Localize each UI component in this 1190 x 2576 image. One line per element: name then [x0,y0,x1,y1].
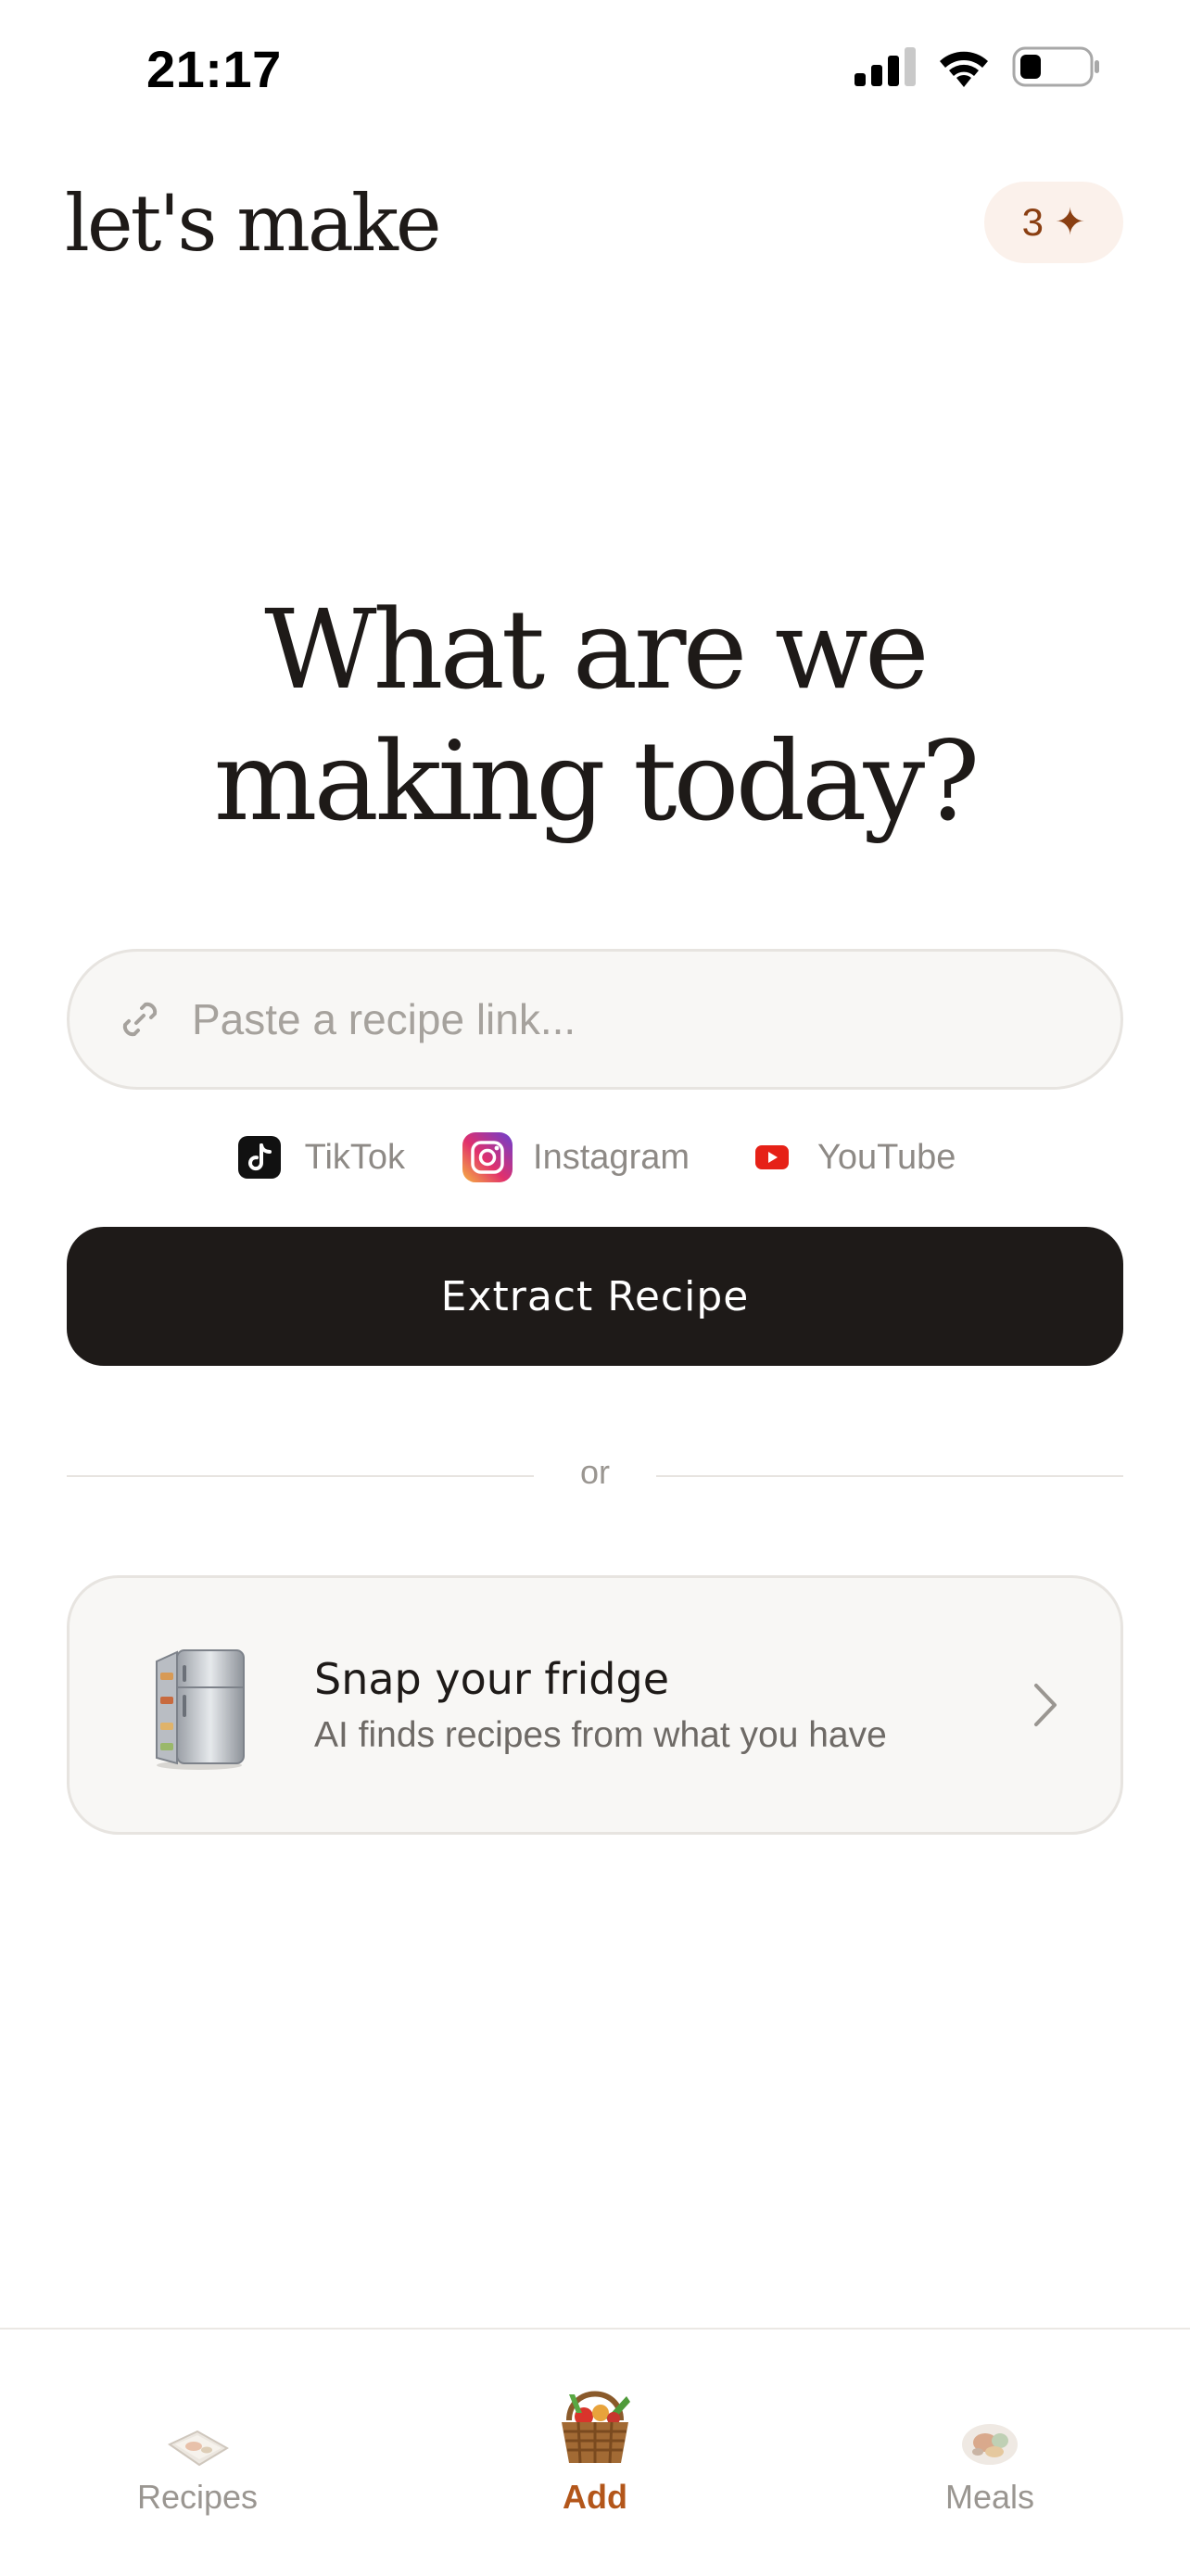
signal-icon [855,47,916,90]
source-label: TikTok [304,1137,406,1177]
tiktok-icon [234,1132,285,1182]
fridge-icon [156,1649,245,1770]
bottom-tab-bar: Recipes Add Meals [0,2328,1190,2576]
fridge-card-subtitle: AI finds recipes from what you have [314,1715,887,1755]
credits-badge[interactable]: 3 ✦ [984,182,1123,263]
tab-add[interactable]: Add [456,2357,734,2543]
tab-label: Add [563,2478,627,2516]
hero-heading: What are we making today? [0,584,1190,847]
source-instagram: Instagram [462,1132,690,1182]
status-icons [855,46,1101,91]
extract-recipe-button[interactable]: Extract Recipe [67,1227,1123,1366]
recipe-book-icon [151,2376,244,2469]
source-tiktok: TikTok [234,1132,405,1182]
youtube-icon [747,1132,797,1182]
fridge-card-title: Snap your fridge [314,1654,670,1704]
link-icon [122,1002,158,1037]
wifi-icon [936,46,992,91]
status-time: 21:17 [146,40,282,98]
snap-fridge-card[interactable]: Snap your fridge AI finds recipes from w… [67,1575,1123,1835]
divider-or-label: or [579,1453,610,1491]
battery-icon [1012,46,1101,91]
app-title: let's make [65,178,442,269]
recipe-link-input[interactable] [190,993,1120,1045]
instagram-icon [462,1132,513,1182]
credits-count: 3 [1021,200,1044,244]
recipe-link-field[interactable] [67,949,1123,1090]
tab-label: Recipes [136,2478,259,2516]
tab-recipes[interactable]: Recipes [58,2357,336,2543]
tab-meals[interactable]: Meals [851,2357,1129,2543]
supported-sources: TikTok Instagram YouTube [0,1130,1190,1184]
hero-line-2: making today? [213,717,981,845]
source-label: YouTube [817,1137,956,1177]
sparkle-icon: ✦ [1054,202,1086,243]
basket-icon [549,2376,641,2469]
meal-icon [943,2376,1036,2469]
tab-label: Meals [944,2478,1035,2516]
chevron-right-icon [1034,1684,1057,1726]
source-label: Instagram [533,1137,690,1177]
hero-line-1: What are we [264,586,930,713]
source-youtube: YouTube [747,1132,956,1182]
